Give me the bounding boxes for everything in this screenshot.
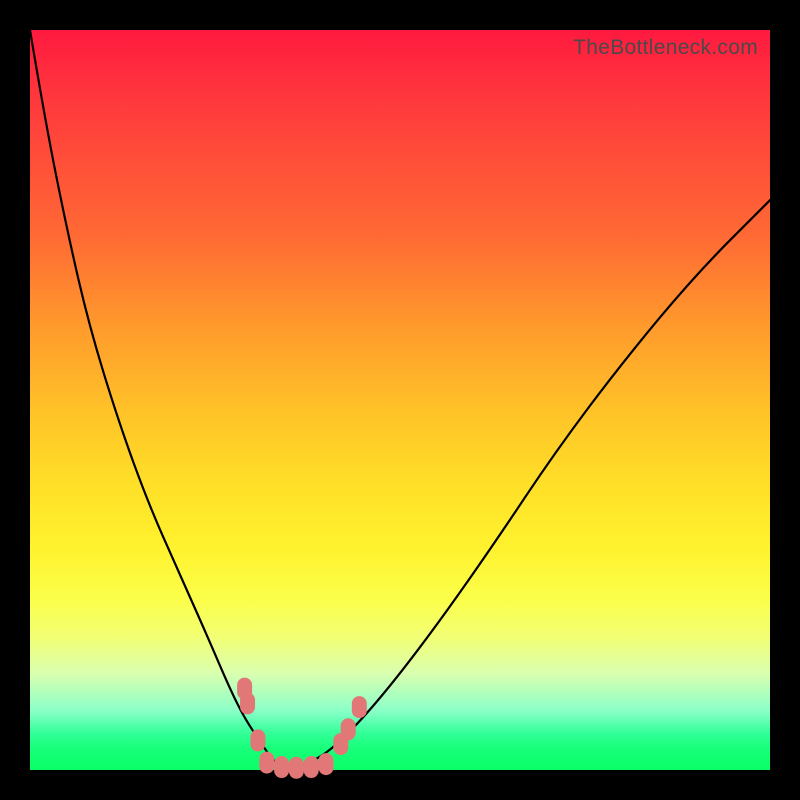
marker-floor-3 [289,757,304,779]
curve-right-branch [289,200,770,770]
marker-right-cluster-2 [341,718,356,740]
plot-area: TheBottleneck.com [30,30,770,770]
marker-left-cluster-bottom-1 [250,729,265,751]
marker-right-cluster-3 [352,696,367,718]
marker-group [237,678,367,779]
marker-left-cluster-top-2 [240,692,255,714]
chart-frame: TheBottleneck.com [0,0,800,800]
marker-floor-1 [259,752,274,774]
marker-floor-4 [304,756,319,778]
marker-floor-2 [274,756,289,778]
curve-overlay [30,30,770,770]
marker-floor-5 [319,753,334,775]
curve-left-branch [30,30,289,770]
